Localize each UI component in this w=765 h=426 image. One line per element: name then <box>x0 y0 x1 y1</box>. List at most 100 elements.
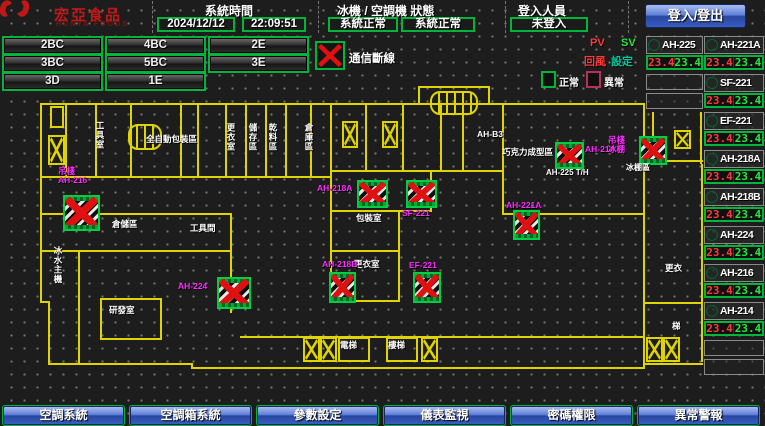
unit-pv-value: 23.4 <box>706 209 734 220</box>
unit-AH-218B[interactable]: AH-218B23.423.4 <box>704 188 764 222</box>
room-label-tool2: 工具間 <box>190 224 216 233</box>
wall <box>100 338 162 340</box>
room-label-v4: 倉庫區 <box>304 123 313 152</box>
unit-header[interactable]: SF-221 <box>704 74 764 92</box>
device-d9-comm-loss-icon[interactable] <box>513 210 540 240</box>
wall <box>48 363 193 365</box>
wall <box>48 301 50 365</box>
unit-header[interactable]: AH-218B <box>704 188 764 206</box>
device-label: 吊棧 冰棚 <box>608 136 625 154</box>
stairwell-icon <box>430 91 478 115</box>
device-label: AH-221A <box>506 201 541 210</box>
room-label-stair: 樓梯 <box>388 341 405 350</box>
device-d3-comm-loss-icon[interactable] <box>406 180 437 208</box>
unit-sv-value: 23.4 <box>675 57 702 68</box>
room-label-v1: 更衣室 <box>226 123 235 152</box>
unit-led-icon <box>706 39 718 51</box>
shaft-x-icon <box>674 130 691 149</box>
unit-header[interactable]: EF-221 <box>704 112 764 130</box>
unit-values: 23.423.4 <box>646 55 703 70</box>
shaft-x-icon <box>320 337 337 362</box>
device-d2-comm-loss-icon[interactable] <box>357 180 388 208</box>
room-label-locker: 更衣室 <box>354 260 380 269</box>
wall <box>402 103 404 170</box>
wall <box>700 112 702 164</box>
room-label-autopack: 全自動包裝區 <box>146 135 197 144</box>
nav-button-3[interactable]: 參數設定 <box>257 406 378 425</box>
wall <box>488 86 490 103</box>
room-label-rnd: 研發室 <box>109 306 135 315</box>
device-d8-comm-loss-icon[interactable] <box>639 136 667 165</box>
empty-slot <box>704 359 764 375</box>
wall <box>502 103 504 215</box>
room-label-lift: 電梯 <box>340 341 357 350</box>
wall <box>240 336 645 338</box>
empty-slot <box>646 74 703 90</box>
device-label: 吊棧 AH-216 <box>58 167 87 185</box>
wall <box>645 302 701 304</box>
unit-AH-224[interactable]: AH-224 23.423.4 <box>704 226 764 260</box>
unit-AH-218A[interactable]: AH-218A 23.423.4 <box>704 150 764 184</box>
device-d7-comm-loss-icon[interactable] <box>555 142 584 169</box>
unit-AH-216[interactable]: AH-21623.423.4 <box>704 264 764 298</box>
device-d6-comm-loss-icon[interactable] <box>217 277 251 309</box>
unit-header[interactable]: AH-225 <box>646 36 703 54</box>
unit-sv-value: 23.4 <box>734 323 762 334</box>
unit-header[interactable]: AH-224 <box>704 226 764 244</box>
unit-values: 23.423.4 <box>704 169 764 184</box>
unit-pv-value: 23.4 <box>706 323 734 334</box>
unit-SF-221[interactable]: SF-22123.423.4 <box>704 74 764 108</box>
unit-AH-225[interactable]: AH-22523.423.4 <box>646 36 703 70</box>
unit-header[interactable]: AH-216 <box>704 264 764 282</box>
unit-sv-value: 23.4 <box>734 171 762 182</box>
room-label-v3: 乾料區 <box>268 123 277 152</box>
room-label-v2: 儲存區 <box>248 123 257 152</box>
unit-header[interactable]: AH-221A <box>704 36 764 54</box>
nav-button-5[interactable]: 密碼權限 <box>511 406 632 425</box>
unit-header[interactable]: AH-214 <box>704 302 764 320</box>
unit-name: AH-218B <box>720 191 760 203</box>
nav-button-1[interactable]: 空調系統 <box>3 406 124 425</box>
unit-AH-221A[interactable]: AH-221A23.423.4 <box>704 36 764 70</box>
shaft-x-icon <box>303 337 320 362</box>
unit-led-icon <box>706 305 718 317</box>
wall <box>330 250 400 252</box>
unit-values: 23.423.4 <box>704 131 764 146</box>
unit-pv-value: 23.4 <box>706 247 734 258</box>
wall <box>332 170 504 172</box>
unit-values: 23.423.4 <box>704 93 764 108</box>
unit-sv-value: 23.4 <box>734 247 762 258</box>
unit-header[interactable]: AH-218A <box>704 150 764 168</box>
unit-sv-value: 23.4 <box>734 57 762 68</box>
nav-button-2[interactable]: 空調箱系統 <box>130 406 251 425</box>
unit-led-icon <box>706 77 718 89</box>
room-label-stair2: 梯 <box>672 322 681 331</box>
room-label-storage: 倉儲區 <box>112 220 138 229</box>
wall <box>100 298 102 340</box>
unit-name: AH-218A <box>720 153 760 165</box>
unit-pv-value: 23.4 <box>706 95 734 106</box>
unit-AH-214[interactable]: AH-214 23.423.4 <box>704 302 764 336</box>
shaft-x-icon <box>646 337 663 362</box>
shaft-x-icon <box>48 135 65 165</box>
wall <box>285 103 287 177</box>
room-label-ahb3: AH-B3 <box>477 130 503 139</box>
device-d1-comm-loss-icon[interactable] <box>63 195 100 231</box>
nav-button-4[interactable]: 儀表監視 <box>384 406 505 425</box>
unit-name: AH-221A <box>720 39 760 51</box>
unit-EF-221[interactable]: EF-22123.423.4 <box>704 112 764 146</box>
unit-name: AH-216 <box>720 267 753 279</box>
wall <box>197 103 199 177</box>
unit-led-icon <box>706 191 718 203</box>
room-label-choco: 巧克力成型區 <box>502 148 553 157</box>
room-label-tool: 工具室 <box>95 121 104 150</box>
wall <box>100 298 162 300</box>
unit-led-icon <box>706 153 718 165</box>
device-d4-comm-loss-icon[interactable] <box>329 272 356 303</box>
unit-led-icon <box>706 115 718 127</box>
unit-sv-value: 23.4 <box>734 95 762 106</box>
unit-pv-value: 23.4 <box>706 133 734 144</box>
shaft-x-icon <box>382 121 398 148</box>
device-d5-comm-loss-icon[interactable] <box>413 272 441 303</box>
nav-button-6[interactable]: 異常警報 <box>638 406 759 425</box>
